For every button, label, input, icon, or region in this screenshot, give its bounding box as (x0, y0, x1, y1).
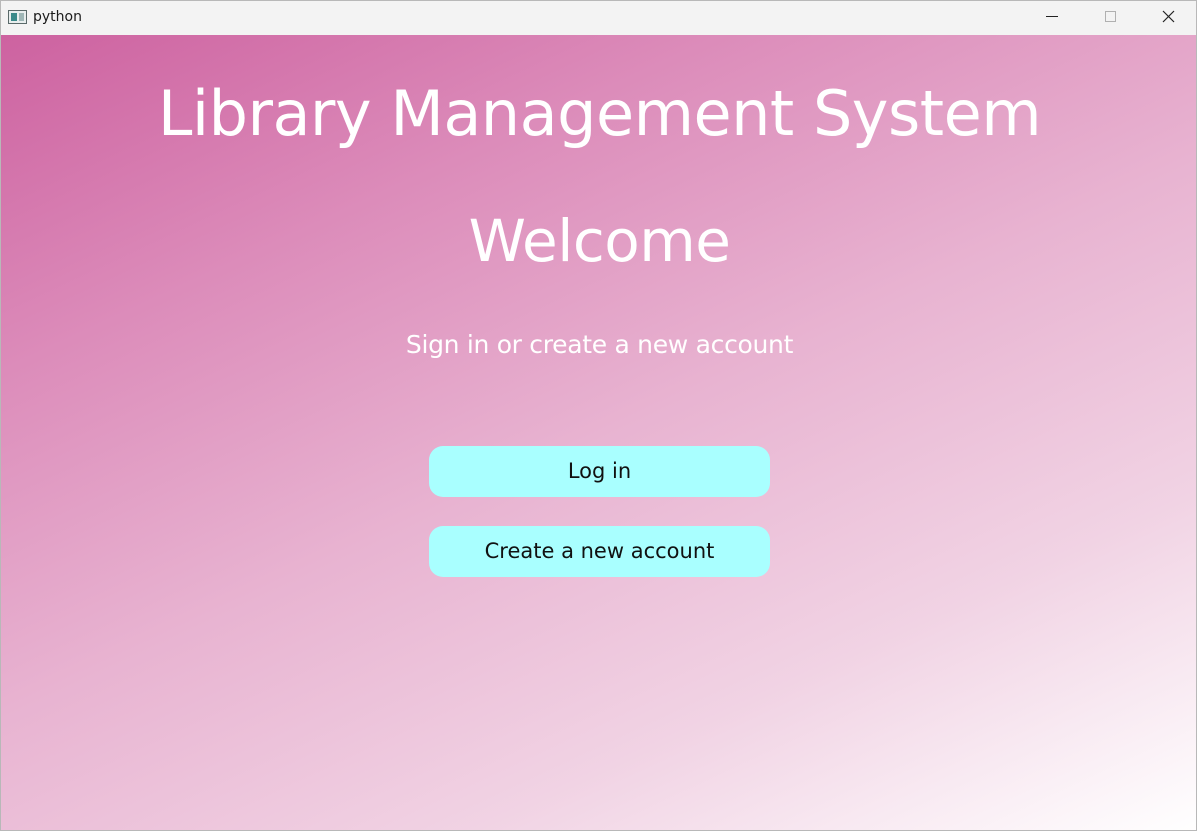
subtitle: Sign in or create a new account (405, 330, 794, 359)
minimize-button[interactable] (1023, 1, 1081, 35)
welcome-screen: Library Management System Welcome Sign i… (1, 35, 1196, 830)
app-window: python Library Management System Welcome… (0, 0, 1197, 831)
close-icon (1162, 10, 1175, 23)
title-bar[interactable]: python (1, 1, 1196, 35)
create-account-button[interactable]: Create a new account (429, 526, 770, 577)
login-button[interactable]: Log in (429, 446, 770, 497)
maximize-button[interactable] (1081, 1, 1139, 35)
app-title: Library Management System (157, 77, 1042, 150)
close-button[interactable] (1139, 1, 1196, 35)
window-title: python (33, 9, 82, 25)
welcome-heading: Welcome (468, 207, 731, 275)
minimize-icon (1046, 16, 1058, 17)
maximize-icon (1105, 11, 1116, 22)
app-icon (8, 10, 27, 24)
